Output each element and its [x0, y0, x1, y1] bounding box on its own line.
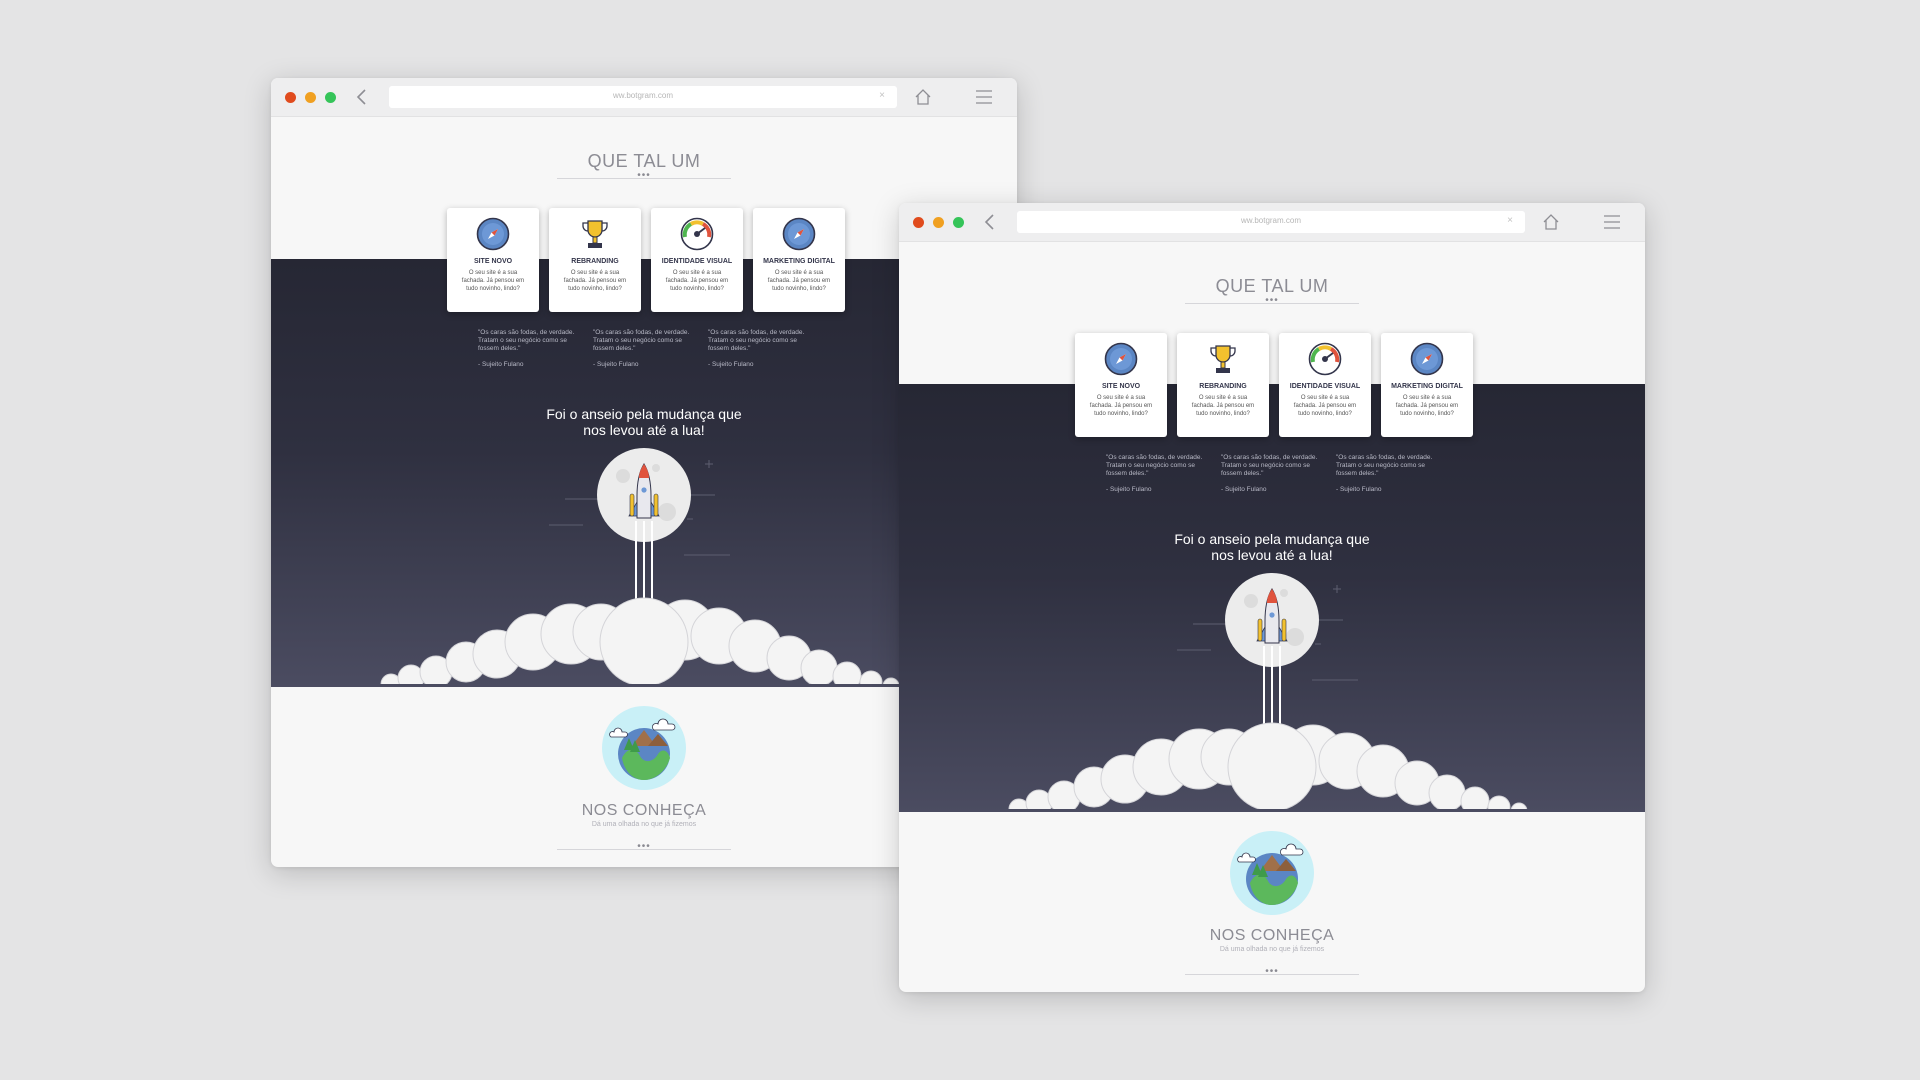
services-cards: SITE NOVO O seu site é a sua fachada. Já…: [1075, 333, 1475, 437]
testimonial-text: "Os caras são fodas, de verdade. Tratam …: [593, 329, 690, 352]
testimonial: "Os caras são fodas, de verdade. Tratam …: [478, 329, 582, 368]
testimonial: "Os caras são fodas, de verdade. Tratam …: [1336, 454, 1440, 493]
browser-toolbar: ww.botgram.com ×: [899, 203, 1645, 242]
about-title: NOS CONHEÇA: [1209, 927, 1335, 944]
service-card-rebranding[interactable]: REBRANDING O seu site é a sua fachada. J…: [549, 208, 641, 312]
clear-url-icon[interactable]: ×: [879, 90, 885, 101]
compass-icon: [782, 217, 816, 251]
compass-icon: [476, 217, 510, 251]
browser-window-front: ww.botgram.com × QUE TAL UM ••• SITE NOV…: [899, 203, 1645, 992]
service-card-site-novo[interactable]: SITE NOVO O seu site é a sua fachada. Já…: [447, 208, 539, 312]
rocket-launch-illustration: [899, 573, 1645, 812]
service-card-rebranding[interactable]: REBRANDING O seu site é a sua fachada. J…: [1177, 333, 1269, 437]
compass-icon: [1410, 342, 1444, 376]
back-arrow-icon[interactable]: [355, 87, 369, 107]
card-title: REBRANDING: [571, 258, 619, 265]
testimonial-text: "Os caras são fodas, de verdade. Tratam …: [1106, 454, 1203, 477]
service-card-marketing-digital[interactable]: MARKETING DIGITAL O seu site é a sua fac…: [753, 208, 845, 312]
url-text: ww.botgram.com: [612, 91, 674, 100]
section-title: QUE TAL UM: [1215, 276, 1329, 296]
page-content: QUE TAL UM ••• SITE NOVO O seu site é a …: [899, 241, 1645, 992]
address-bar[interactable]: ww.botgram.com ×: [1017, 211, 1525, 233]
testimonial-author: - Sujeito Fulano: [1106, 486, 1152, 493]
card-description: O seu site é a sua fachada. Já pensou em…: [563, 270, 627, 292]
home-icon[interactable]: [1541, 212, 1561, 232]
window-close-dot[interactable]: [913, 217, 924, 228]
about-subtitle: Dá uma olhada no que já fizemos: [1219, 946, 1325, 953]
trophy-icon: [582, 220, 608, 248]
testimonial-author: - Sujeito Fulano: [1221, 486, 1267, 493]
window-close-dot[interactable]: [285, 92, 296, 103]
hamburger-menu-icon[interactable]: [1603, 214, 1621, 230]
testimonial-author: - Sujeito Fulano: [1336, 486, 1382, 493]
testimonial-text: "Os caras são fodas, de verdade. Tratam …: [478, 329, 575, 352]
card-title: MARKETING DIGITAL: [1391, 383, 1463, 390]
title-separator-dots: •••: [1265, 295, 1279, 306]
tagline: Foi o anseio pela mudança que nos levou …: [899, 531, 1645, 563]
clear-url-icon[interactable]: ×: [1507, 215, 1513, 226]
window-maximize-dot[interactable]: [953, 217, 964, 228]
address-bar[interactable]: ww.botgram.com ×: [389, 86, 897, 108]
card-title: SITE NOVO: [473, 258, 513, 265]
testimonial-text: "Os caras são fodas, de verdade. Tratam …: [708, 329, 805, 352]
home-icon[interactable]: [913, 87, 933, 107]
window-minimize-dot[interactable]: [933, 217, 944, 228]
testimonial: "Os caras são fodas, de verdade. Tratam …: [1106, 454, 1210, 493]
service-card-marketing-digital[interactable]: MARKETING DIGITAL O seu site é a sua fac…: [1381, 333, 1473, 437]
service-card-site-novo[interactable]: SITE NOVO O seu site é a sua fachada. Já…: [1075, 333, 1167, 437]
back-arrow-icon[interactable]: [983, 212, 997, 232]
window-minimize-dot[interactable]: [305, 92, 316, 103]
card-description: O seu site é a sua fachada. Já pensou em…: [1395, 395, 1459, 417]
section-title: QUE TAL UM: [587, 151, 701, 171]
trophy-icon: [1210, 345, 1236, 373]
tagline-text: Foi o anseio pela mudança que nos levou …: [546, 406, 742, 438]
card-description: O seu site é a sua fachada. Já pensou em…: [1293, 395, 1357, 417]
earth-icon: [602, 706, 686, 790]
card-title: SITE NOVO: [1101, 383, 1141, 390]
service-card-identidade-visual[interactable]: IDENTIDADE VISUAL O seu site é a sua fac…: [651, 208, 743, 312]
card-description: O seu site é a sua fachada. Já pensou em…: [1089, 395, 1153, 417]
testimonial: "Os caras são fodas, de verdade. Tratam …: [708, 329, 812, 368]
card-description: O seu site é a sua fachada. Já pensou em…: [1191, 395, 1255, 417]
earth-icon: [1230, 831, 1314, 915]
card-description: O seu site é a sua fachada. Já pensou em…: [461, 270, 525, 292]
services-cards: SITE NOVO O seu site é a sua fachada. Já…: [447, 208, 847, 312]
hamburger-menu-icon[interactable]: [975, 89, 993, 105]
card-title: IDENTIDADE VISUAL: [1289, 383, 1361, 390]
compass-icon: [1104, 342, 1138, 376]
gauge-icon: [1308, 342, 1342, 376]
testimonial-author: - Sujeito Fulano: [708, 361, 754, 368]
testimonials: "Os caras são fodas, de verdade. Tratam …: [478, 329, 838, 379]
title-separator-dots: •••: [637, 170, 651, 181]
card-description: O seu site é a sua fachada. Já pensou em…: [767, 270, 831, 292]
card-title: REBRANDING: [1199, 383, 1247, 390]
testimonial: "Os caras são fodas, de verdade. Tratam …: [1221, 454, 1325, 493]
gauge-icon: [680, 217, 714, 251]
testimonials: "Os caras são fodas, de verdade. Tratam …: [1106, 454, 1466, 504]
card-title: MARKETING DIGITAL: [763, 258, 835, 265]
card-description: O seu site é a sua fachada. Já pensou em…: [665, 270, 729, 292]
tagline-text: Foi o anseio pela mudança que nos levou …: [1174, 531, 1370, 563]
testimonial-text: "Os caras são fodas, de verdade. Tratam …: [1336, 454, 1433, 477]
service-card-identidade-visual[interactable]: IDENTIDADE VISUAL O seu site é a sua fac…: [1279, 333, 1371, 437]
testimonial: "Os caras são fodas, de verdade. Tratam …: [593, 329, 697, 368]
testimonial-author: - Sujeito Fulano: [478, 361, 524, 368]
card-title: IDENTIDADE VISUAL: [661, 258, 733, 265]
url-text: ww.botgram.com: [1240, 216, 1302, 225]
window-maximize-dot[interactable]: [325, 92, 336, 103]
browser-toolbar: ww.botgram.com ×: [271, 78, 1017, 117]
about-separator-dots: •••: [1265, 966, 1279, 977]
testimonial-author: - Sujeito Fulano: [593, 361, 639, 368]
testimonial-text: "Os caras são fodas, de verdade. Tratam …: [1221, 454, 1318, 477]
